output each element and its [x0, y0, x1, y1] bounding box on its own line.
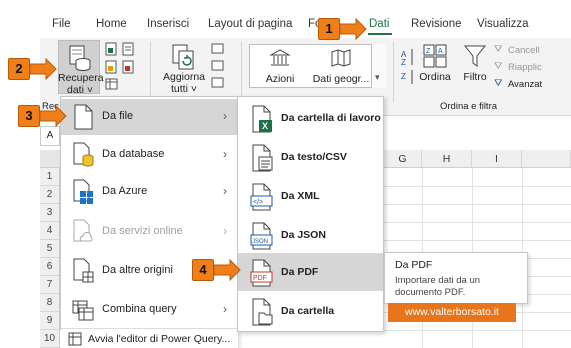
callout-step-2: 2	[8, 58, 30, 80]
callout-arrows	[29, 17, 367, 282]
callout-step-1: 1	[318, 18, 340, 40]
arrow-3-icon	[39, 104, 67, 128]
arrow-2-icon	[29, 57, 57, 81]
arrow-4-icon	[213, 258, 241, 282]
callout-step-3: 3	[18, 105, 40, 127]
arrow-1-icon	[339, 17, 367, 41]
callout-step-4: 4	[192, 259, 214, 281]
